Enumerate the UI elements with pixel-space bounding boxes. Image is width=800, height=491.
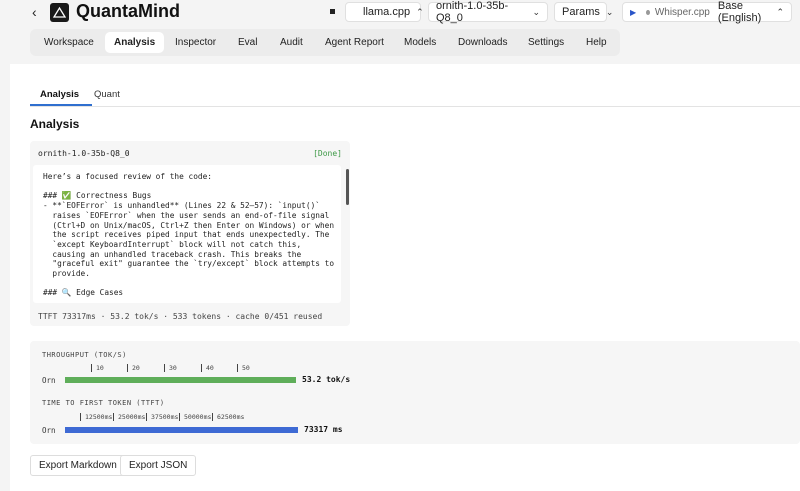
throughput-bar	[65, 377, 296, 383]
throughput-tick: 20	[127, 364, 140, 372]
chevron-updown-icon: ⌃	[416, 6, 424, 17]
status-badge: [Done]	[313, 149, 342, 158]
ttft-title: TIME TO FIRST TOKEN (TTFT)	[42, 399, 165, 407]
ttft-bar	[65, 427, 298, 433]
main-panel: Analysis Quant Analysis ornith-1.0-35b-Q…	[10, 64, 800, 491]
params-button[interactable]: Params ⌄	[554, 2, 613, 22]
chevron-updown-icon: ⌃	[776, 6, 784, 17]
nav-models[interactable]: Models	[404, 29, 436, 56]
nav-audit[interactable]: Audit	[280, 29, 303, 56]
ttft-tick: 62500ms	[212, 413, 244, 421]
subtab-quant[interactable]: Quant	[94, 89, 120, 100]
model-select[interactable]: ornith-1.0-35b-Q8_0 ⌄	[428, 0, 548, 24]
result-card: ornith-1.0-35b-Q8_0 [Done] Here’s a focu…	[30, 141, 350, 326]
chevron-down-icon: ⌄	[532, 6, 540, 17]
whisper-control[interactable]: ▶ Whisper.cpp Base (English) ⌃	[622, 0, 792, 24]
result-stats: TTFT 73317ms · 53.2 tok/s · 533 tokens ·…	[38, 312, 323, 321]
nav-inspector[interactable]: Inspector	[175, 29, 216, 56]
response-text[interactable]: Here’s a focused review of the code: ###…	[33, 165, 341, 303]
throughput-title: THROUGHPUT (TOK/S)	[42, 351, 127, 359]
nav-workspace[interactable]: Workspace	[44, 29, 94, 56]
app-title: QuantaMind	[76, 1, 180, 21]
subtab-divider	[30, 106, 800, 107]
backend-label: llama.cpp	[363, 6, 411, 18]
result-model-name: ornith-1.0-35b-Q8_0	[38, 149, 130, 158]
model-label: ornith-1.0-35b-Q8_0	[436, 0, 509, 24]
ttft-tick: 50000ms	[179, 413, 211, 421]
throughput-tick: 50	[237, 364, 250, 372]
throughput-tick: 10	[91, 364, 104, 372]
nav-settings[interactable]: Settings	[528, 29, 564, 56]
nav-downloads[interactable]: Downloads	[458, 29, 507, 56]
throughput-tick: 40	[201, 364, 214, 372]
back-icon[interactable]: ‹	[32, 4, 37, 20]
metrics-panel: THROUGHPUT (TOK/S) 10 20 30 40 50 Orn 53…	[30, 341, 800, 444]
nav-eval[interactable]: Eval	[238, 29, 257, 56]
whisper-label: Whisper.cpp	[654, 6, 710, 18]
throughput-tick: 30	[164, 364, 177, 372]
stop-icon[interactable]	[330, 9, 335, 14]
logo-icon	[50, 3, 69, 22]
chevron-down-icon: ⌄	[605, 6, 614, 17]
ttft-tick: 37500ms	[146, 413, 178, 421]
ttft-tick: 25000ms	[113, 413, 145, 421]
nav-agent-report[interactable]: Agent Report	[325, 29, 384, 56]
section-title: Analysis	[30, 117, 80, 131]
params-label: Params	[562, 6, 600, 18]
ttft-value: 73317 ms	[304, 425, 343, 434]
whisper-model-label[interactable]: Base (English)	[718, 0, 771, 24]
export-json-button[interactable]: Export JSON	[120, 455, 197, 476]
nav-analysis[interactable]: Analysis	[105, 32, 165, 53]
throughput-value: 53.2 tok/s	[302, 375, 351, 384]
subtab-analysis[interactable]: Analysis	[40, 89, 79, 100]
scrollbar[interactable]	[346, 169, 349, 205]
nav-help[interactable]: Help	[586, 29, 607, 56]
play-icon[interactable]: ▶	[630, 8, 636, 17]
ttft-tick: 12500ms	[80, 413, 112, 421]
whisper-status-dot-icon	[646, 9, 650, 15]
subtab-active-indicator	[30, 104, 92, 106]
export-markdown-button[interactable]: Export Markdown	[30, 455, 126, 476]
backend-select[interactable]: llama.cpp ⌃	[345, 2, 424, 22]
ttft-row-label: Orn	[42, 426, 56, 435]
throughput-row-label: Orn	[42, 376, 56, 385]
